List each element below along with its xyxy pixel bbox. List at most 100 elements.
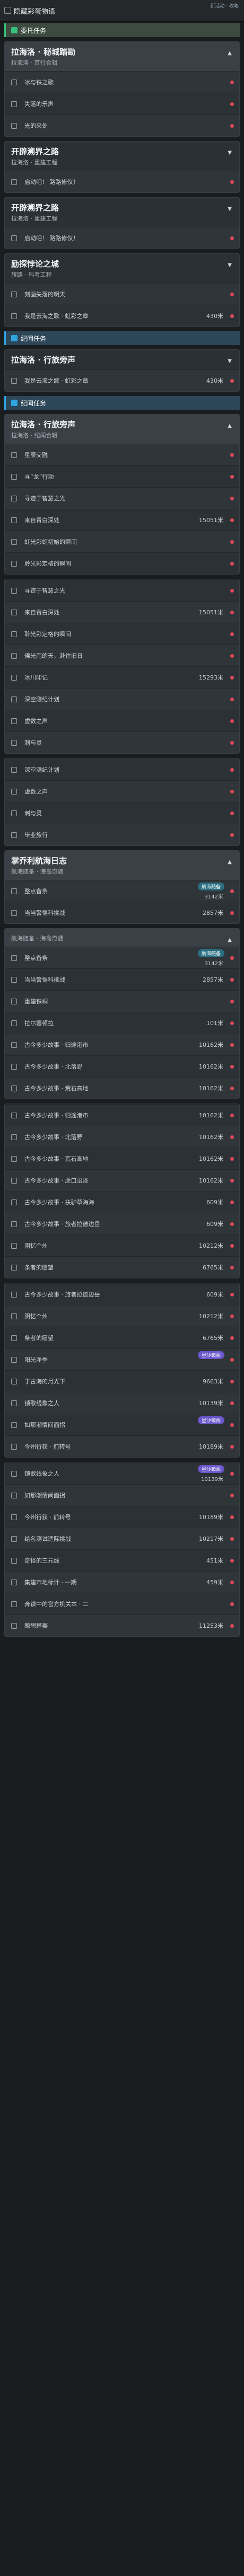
category-header[interactable]: 委托任务 (4, 23, 240, 37)
checkbox-icon[interactable] (11, 495, 17, 501)
quest-header[interactable]: 航海随备 · 海岛奇遇 ▲ (5, 929, 239, 947)
map-pin-icon[interactable] (230, 588, 234, 593)
chevron-down-icon[interactable]: ▼ (228, 358, 232, 364)
map-pin-icon[interactable] (230, 1135, 234, 1139)
quest-item[interactable]: 瞭想异赛 11253米 (5, 1615, 239, 1636)
checkbox-icon[interactable] (11, 1536, 17, 1542)
map-pin-icon[interactable] (230, 540, 234, 544)
checkbox-icon[interactable] (11, 1199, 17, 1205)
quest-item[interactable]: 来自青白深处 15051米 (5, 509, 239, 531)
quest-item[interactable]: 奔读中的官方机关本 · 二 (5, 1593, 239, 1615)
checkbox-icon[interactable] (11, 473, 17, 480)
quest-item[interactable]: 阴忆个州 10212米 (5, 1234, 239, 1256)
checkbox-icon[interactable] (11, 1085, 17, 1091)
quest-item[interactable]: 古今多少故事 · 旅者拉德边岳 609米 (5, 1283, 239, 1305)
quest-item[interactable]: 锁歌线象之人 10139米 (5, 1392, 239, 1414)
quest-item[interactable]: 毕业旅行 (5, 824, 239, 845)
quest-item[interactable]: 星辰交融 (5, 444, 239, 465)
checkbox-icon[interactable] (11, 674, 17, 681)
checkbox-icon[interactable] (11, 452, 17, 458)
quest-item[interactable]: 今州行获 · 前转号 10189米 (5, 1435, 239, 1457)
map-pin-icon[interactable] (230, 1379, 234, 1383)
checkbox-icon[interactable] (11, 766, 17, 773)
map-pin-icon[interactable] (230, 378, 234, 383)
quest-item[interactable]: 光的来处 (5, 114, 239, 136)
checkbox-icon[interactable] (11, 1579, 17, 1585)
quest-item[interactable]: 古今多少故事 · 荒石高地 10162米 (5, 1148, 239, 1169)
quest-item[interactable]: 奇怪的三元线 451米 (5, 1549, 239, 1571)
checkbox-icon[interactable] (11, 739, 17, 746)
quest-header[interactable]: 励探悖论之城 旗路 · 科考工程 ▼ (5, 254, 239, 283)
map-pin-icon[interactable] (230, 1178, 234, 1183)
quest-item[interactable]: 虚数之声 (5, 710, 239, 731)
map-pin-icon[interactable] (230, 719, 234, 723)
checkbox-icon[interactable] (11, 609, 17, 615)
map-pin-icon[interactable] (230, 1423, 234, 1427)
map-pin-icon[interactable] (230, 1200, 234, 1204)
quest-item[interactable]: 我是云海之歌 · 虹彩之章 430米 (5, 369, 239, 391)
quest-item[interactable]: 条者的愿望 6765米 (5, 1256, 239, 1278)
quest-item[interactable]: 启动吧！ 路路修仪！ (5, 171, 239, 192)
quest-item[interactable]: 当当警惕科挑战 2857米 (5, 902, 239, 923)
checkbox-icon[interactable] (11, 1264, 17, 1271)
map-pin-icon[interactable] (230, 1401, 234, 1405)
map-pin-icon[interactable] (230, 1357, 234, 1362)
checkbox-icon[interactable] (11, 313, 17, 319)
quest-item[interactable]: 古今多少故事 · 扶驴草海海 609米 (5, 1191, 239, 1213)
checkbox-icon[interactable] (11, 832, 17, 838)
checkbox-icon[interactable] (11, 235, 17, 241)
quest-item[interactable]: 古今多少故事 · 虎口沼泽 10162米 (5, 1169, 239, 1191)
checkbox-icon[interactable] (11, 998, 17, 1004)
checkbox-icon[interactable] (11, 631, 17, 637)
quest-item[interactable]: 古今多少故事 · 荒石高地 10162米 (5, 1077, 239, 1099)
map-pin-icon[interactable] (230, 236, 234, 240)
map-pin-icon[interactable] (230, 1336, 234, 1340)
map-pin-icon[interactable] (230, 1043, 234, 1047)
quest-item[interactable]: 古今多少故事 · 旅者拉德边岳 609米 (5, 1213, 239, 1234)
back-icon[interactable] (4, 7, 11, 14)
checkbox-icon[interactable] (11, 1177, 17, 1184)
chevron-down-icon[interactable]: ▼ (228, 206, 232, 212)
quest-item[interactable]: 古今多少故事 · 北落野 10162米 (5, 1055, 239, 1077)
category-header[interactable]: 纪闻任务 (4, 396, 240, 410)
quest-item[interactable]: 整点备条 航海随备 3142米 (5, 947, 239, 968)
quest-item[interactable]: 深空测纪计划 (5, 758, 239, 780)
checkbox-icon[interactable] (11, 79, 17, 85)
map-pin-icon[interactable] (230, 1314, 234, 1318)
quest-item[interactable]: 寻“龙”行动 (5, 465, 239, 487)
quest-header[interactable]: 拉海洛 · 秘城踏勘 拉海洛 · 首行合辑 ▲ (5, 42, 239, 71)
map-pin-icon[interactable] (230, 999, 234, 1003)
checkbox-icon[interactable] (11, 587, 17, 594)
checkbox-icon[interactable] (11, 652, 17, 659)
map-pin-icon[interactable] (230, 1064, 234, 1069)
quest-item[interactable]: 我是云海之歌 · 虹彩之章 430米 (5, 305, 239, 327)
map-pin-icon[interactable] (230, 123, 234, 128)
checkbox-icon[interactable] (11, 539, 17, 545)
map-pin-icon[interactable] (230, 1292, 234, 1296)
quest-item[interactable]: 聆光彩定格的瞬间 (5, 552, 239, 574)
checkbox-icon[interactable] (11, 718, 17, 724)
checkbox-icon[interactable] (11, 955, 17, 961)
checkbox-icon[interactable] (11, 517, 17, 523)
quest-item[interactable]: 刻画失落的明天 (5, 283, 239, 305)
chevron-down-icon[interactable]: ▼ (228, 150, 232, 156)
quest-item[interactable]: 寻迹于智慧之光 (5, 579, 239, 601)
map-pin-icon[interactable] (230, 292, 234, 296)
checkbox-icon[interactable] (11, 976, 17, 983)
checkbox-icon[interactable] (11, 1470, 17, 1477)
checkbox-icon[interactable] (11, 1356, 17, 1363)
map-pin-icon[interactable] (230, 1493, 234, 1497)
map-pin-icon[interactable] (230, 1602, 234, 1606)
map-pin-icon[interactable] (230, 610, 234, 614)
checkbox-icon[interactable] (11, 1557, 17, 1564)
quest-item[interactable]: 拉尔塞顿拉 101米 (5, 1012, 239, 1034)
checkbox-icon[interactable] (11, 560, 17, 567)
map-pin-icon[interactable] (230, 1021, 234, 1025)
quest-item[interactable]: 刺与灵 (5, 802, 239, 824)
quest-header[interactable]: 开辟溯界之路 拉海洛 · 重建工程 ▼ (5, 198, 239, 227)
quest-item[interactable]: 失落的乐声 (5, 93, 239, 114)
map-pin-icon[interactable] (230, 1537, 234, 1541)
checkbox-icon[interactable] (11, 1313, 17, 1319)
map-pin-icon[interactable] (230, 697, 234, 701)
quest-item[interactable]: 条者的愿望 6765米 (5, 1327, 239, 1348)
